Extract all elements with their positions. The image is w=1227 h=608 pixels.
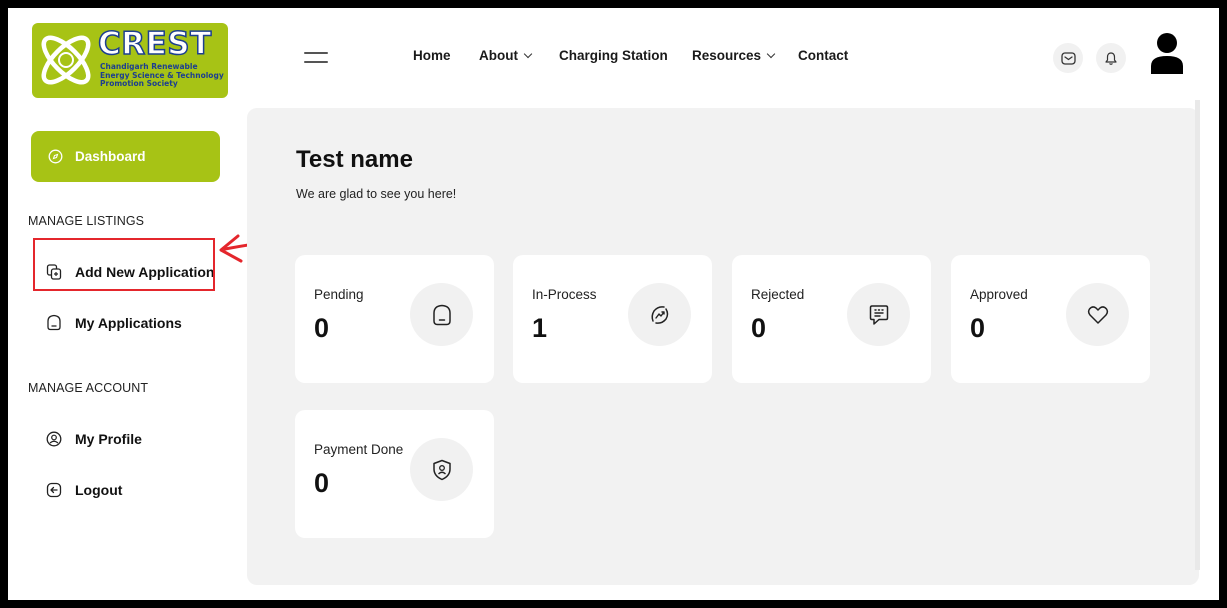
stat-card-value: 0 xyxy=(970,313,986,343)
logo-brand-text: CREST xyxy=(97,25,212,63)
stat-card-label: Pending xyxy=(314,287,364,302)
stat-icon-circle xyxy=(847,283,910,346)
chevron-down-icon xyxy=(523,49,533,59)
heart-icon xyxy=(1087,305,1108,324)
nav-charging-station-label: Charging Station xyxy=(559,48,668,63)
stat-card-label: In-Process xyxy=(532,287,597,302)
notifications-button[interactable] xyxy=(1096,43,1126,73)
sidebar-item-my-profile[interactable]: My Profile xyxy=(46,431,142,447)
logo-tagline: Chandigarh Renewable Energy Science & Te… xyxy=(100,62,224,89)
stat-icon-circle xyxy=(410,283,473,346)
user-avatar-icon[interactable] xyxy=(1149,32,1185,74)
crest-logo[interactable]: CREST Chandigarh Renewable Energy Scienc… xyxy=(32,23,228,98)
page-title: Test name xyxy=(296,146,413,173)
shield-user-icon xyxy=(432,459,451,480)
sidebar-item-my-profile-label: My Profile xyxy=(75,431,142,447)
stat-card-rejected[interactable]: Rejected 0 xyxy=(732,255,931,383)
sidebar-item-logout[interactable]: Logout xyxy=(46,482,122,498)
sidebar-item-dashboard[interactable]: Dashboard xyxy=(31,131,220,182)
profile-icon xyxy=(46,431,62,447)
bell-icon xyxy=(1105,51,1117,65)
stat-card-approved[interactable]: Approved 0 xyxy=(951,255,1150,383)
stat-card-value: 0 xyxy=(751,313,767,343)
page-scrollbar[interactable] xyxy=(1195,100,1200,570)
menu-toggle-icon[interactable] xyxy=(304,52,328,64)
stat-card-value: 1 xyxy=(532,313,548,343)
nav-about[interactable]: About xyxy=(479,48,533,63)
stat-card-label: Payment Done xyxy=(314,442,404,457)
nav-about-label: About xyxy=(479,48,518,63)
home-icon xyxy=(47,314,61,331)
mail-icon xyxy=(1060,51,1076,65)
crest-logo-mark-icon xyxy=(41,35,91,85)
dashboard-main-panel: Test name We are glad to see you here! P… xyxy=(247,108,1199,585)
stat-card-payment-done[interactable]: Payment Done 0 xyxy=(295,410,494,538)
stat-icon-circle xyxy=(1066,283,1129,346)
page-subtitle: We are glad to see you here! xyxy=(296,187,457,201)
nav-resources[interactable]: Resources xyxy=(692,48,776,63)
home-icon xyxy=(432,304,451,325)
compass-icon xyxy=(48,149,63,164)
nav-resources-label: Resources xyxy=(692,48,762,63)
stat-card-label: Approved xyxy=(970,287,1028,302)
message-icon xyxy=(869,304,888,325)
nav-home[interactable]: Home xyxy=(413,48,451,63)
nav-home-label: Home xyxy=(413,48,451,63)
stat-card-pending[interactable]: Pending 0 xyxy=(295,255,494,383)
stat-icon-circle xyxy=(410,438,473,501)
logout-icon xyxy=(46,482,62,498)
nav-contact[interactable]: Contact xyxy=(798,48,848,63)
sidebar-item-logout-label: Logout xyxy=(75,482,123,498)
stat-card-value: 0 xyxy=(314,468,330,498)
nav-charging-station[interactable]: Charging Station xyxy=(559,48,668,63)
mail-button[interactable] xyxy=(1053,43,1083,73)
stat-card-in-process[interactable]: In-Process 1 xyxy=(513,255,712,383)
stat-card-label: Rejected xyxy=(751,287,805,302)
sidebar-item-my-applications-label: My Applications xyxy=(75,314,182,331)
sidebar-item-my-applications[interactable]: My Applications xyxy=(46,314,182,331)
chevron-down-icon xyxy=(766,49,776,59)
trend-icon xyxy=(650,305,668,324)
stat-card-value: 0 xyxy=(314,313,330,343)
logo-tagline-line-3: Promotion Society xyxy=(100,79,178,88)
section-manage-listings: MANAGE LISTINGS xyxy=(28,214,145,228)
nav-contact-label: Contact xyxy=(798,48,849,63)
highlight-annotation-box xyxy=(33,238,215,291)
section-manage-account: MANAGE ACCOUNT xyxy=(28,381,149,395)
screenshot-frame: CREST Chandigarh Renewable Energy Scienc… xyxy=(8,8,1219,600)
sidebar-item-dashboard-label: Dashboard xyxy=(75,149,146,164)
stat-icon-circle xyxy=(628,283,691,346)
